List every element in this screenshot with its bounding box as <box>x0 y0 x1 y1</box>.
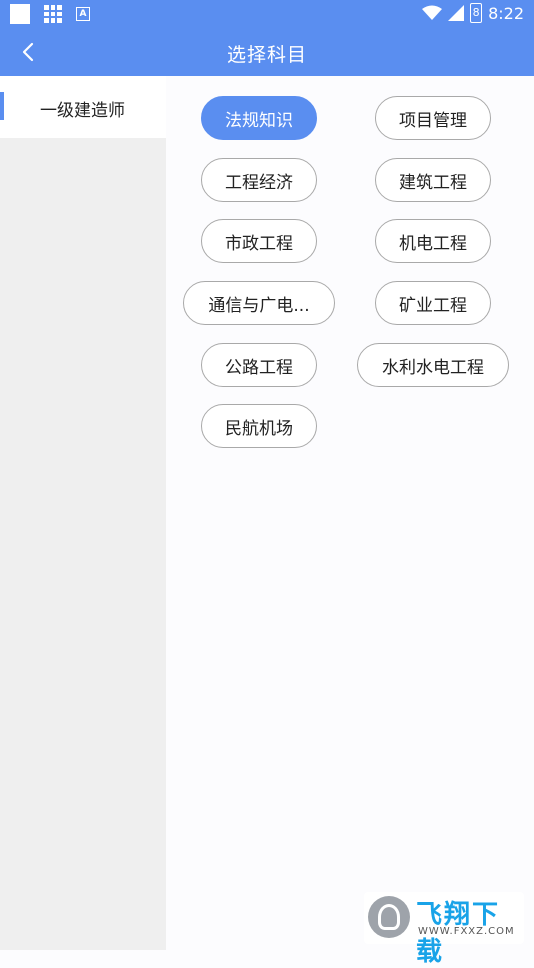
app-grid-icon <box>44 5 62 23</box>
subject-chip-gonglugongcheng[interactable]: 公路工程 <box>201 343 317 387</box>
subject-chip-shuilishuidiangongcheng[interactable]: 水利水电工程 <box>357 343 509 387</box>
signal-icon <box>448 5 465 21</box>
subject-grid: 法规知识 项目管理 工程经济 建筑工程 市政工程 机电工程 通信与广电... 矿… <box>166 76 534 967</box>
battery-icon: 8 <box>470 3 483 23</box>
watermark-emblem-icon <box>368 896 410 938</box>
wifi-icon <box>422 5 443 20</box>
subject-chip-shizhenggongcheng[interactable]: 市政工程 <box>201 219 317 263</box>
status-bar: A 8 8:22 <box>0 0 534 28</box>
sidebar-item-label: 一级建造师 <box>40 101 125 121</box>
clock-time: 8:22 <box>488 3 524 23</box>
watermark-logo: 飞翔下载 WWW.FXXZ.COM <box>364 892 524 967</box>
subject-chip-minhangjichang[interactable]: 民航机场 <box>201 404 317 448</box>
category-sidebar: 一级建造师 <box>0 76 166 950</box>
sidebar-item-yijijianzaoshi[interactable]: 一级建造师 <box>0 76 166 138</box>
subject-chip-tongxinyuguangdian[interactable]: 通信与广电... <box>183 281 335 325</box>
subject-chip-xiangmuguanli[interactable]: 项目管理 <box>375 96 491 140</box>
subject-chip-gongchengjingji[interactable]: 工程经济 <box>201 158 317 202</box>
subject-chip-kuangyegongcheng[interactable]: 矿业工程 <box>375 281 491 325</box>
subject-chip-jidiangongcheng[interactable]: 机电工程 <box>375 219 491 263</box>
selected-indicator <box>0 92 4 120</box>
subject-chip-jianzhugongcheng[interactable]: 建筑工程 <box>375 158 491 202</box>
watermark-url: WWW.FXXZ.COM <box>418 926 515 937</box>
keyboard-a-icon: A <box>76 7 90 21</box>
notification-square-icon <box>10 4 30 24</box>
app-header: 选择科目 <box>0 28 534 76</box>
page-title: 选择科目 <box>226 44 307 66</box>
subject-chip-faguizhishi[interactable]: 法规知识 <box>201 96 317 140</box>
